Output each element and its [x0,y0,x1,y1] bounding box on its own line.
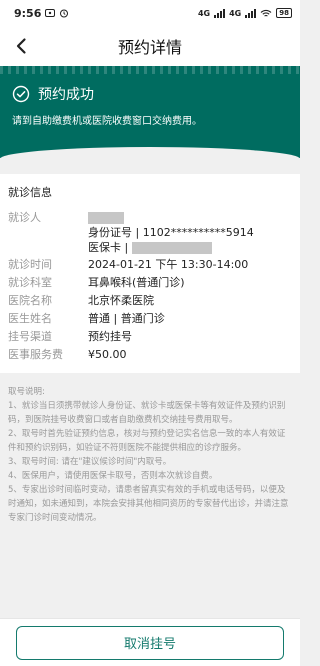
visit-time-row: 就诊时间 2024-01-21 下午 13:30-14:00 [8,257,288,273]
visit-info-heading: 就诊信息 [8,186,52,199]
status-left: 9:56 [14,7,69,20]
notes-item: 4、医保用户，请使用医保卡取号，否则本次就诊自费。 [8,471,218,481]
patient-label: 就诊人 [8,211,41,224]
success-description: 请到自助缴费机或医院收费窗口交纳费用。 [12,116,202,127]
hospital-value: 北京怀柔医院 [88,294,154,307]
notes-item: 2、取号时首先验证预约信息，核对与预约登记实名信息一致的本人有效证件和预约识别码… [8,429,286,453]
network-label-2: 4G [229,8,242,18]
ticket-notes: 取号说明: 1、就诊当日须携带就诊人身份证、就诊卡或医保卡等有效证件及预约识别码… [0,373,300,525]
department-value: 耳鼻喉科(普通门诊) [88,276,185,289]
check-circle-icon [12,85,30,103]
network-label-1: 4G [197,8,211,18]
patient-value: 身份证号 | 1102**********5914 医保卡 | [88,210,254,255]
nav-bar: 预约详情 [0,26,300,66]
status-right: 4G 4G 98 [198,8,292,18]
notes-item: 3、取号时间: 请在"建议候诊时间"内取号。 [8,457,172,467]
banner-curve [0,147,300,159]
visit-info-card: 就诊信息 就诊人 身份证号 | 1102**********5914 医保卡 |… [0,174,300,373]
patient-name-redacted [88,212,124,224]
banner-stripe [0,66,300,74]
bottom-action-bar: 取消挂号 [0,618,300,666]
department-row: 就诊科室 耳鼻喉科(普通门诊) [8,275,288,291]
patient-row: 就诊人 身份证号 | 1102**********5914 医保卡 | [8,210,288,255]
success-title: 预约成功 [38,87,94,103]
notes-item: 5、专家出诊时间临时变动，请患者留真实有效的手机或电话号码，以便及时通知，如未通… [8,485,289,523]
banner-status-row: 预约成功 [0,74,300,104]
department-label: 就诊科室 [8,276,52,289]
id-number: 身份证号 | 1102**********5914 [88,226,254,239]
chevron-left-icon [16,38,26,54]
notes-title: 取号说明: [8,387,45,397]
doctor-row: 医生姓名 普通 | 普通门诊 [8,311,288,327]
doctor-value: 普通 | 普通门诊 [88,312,165,325]
visit-time-label: 就诊时间 [8,258,52,271]
hospital-row: 医院名称 北京怀柔医院 [8,293,288,309]
insurance-card-label: 医保卡 | [88,241,129,254]
signal-icon-1 [214,8,226,18]
back-button[interactable] [10,34,34,58]
wifi-icon [260,9,272,17]
success-banner: 预约成功 请到自助缴费机或医院收费窗口交纳费用。 [0,66,300,159]
channel-row: 挂号渠道 预约挂号 [8,329,288,345]
channel-label: 挂号渠道 [8,330,52,343]
battery-icon: 98 [276,8,292,18]
signal-icon-2 [245,8,257,18]
hospital-label: 医院名称 [8,294,52,307]
channel-value: 预约挂号 [88,330,132,343]
status-bar: 9:56 4G 4G 98 [0,0,300,26]
cancel-registration-button[interactable]: 取消挂号 [16,625,284,660]
insurance-card-redacted [131,242,212,254]
status-time: 9:56 [14,6,42,20]
notes-item: 1、就诊当日须携带就诊人身份证、就诊卡或医保卡等有效证件及预约识别码，到医院挂号… [8,401,286,425]
fee-row: 医事服务费 ¥50.00 [8,347,288,363]
visit-time-value: 2024-01-21 下午 13:30-14:00 [88,258,249,271]
page-title: 预约详情 [117,38,182,57]
fee-value: ¥50.00 [88,348,127,361]
doctor-label: 医生姓名 [8,312,52,325]
fee-label: 医事服务费 [8,348,63,361]
alarm-icon [60,9,69,18]
message-icon [45,9,56,17]
insurance-card-row: 医保卡 | [88,240,254,255]
